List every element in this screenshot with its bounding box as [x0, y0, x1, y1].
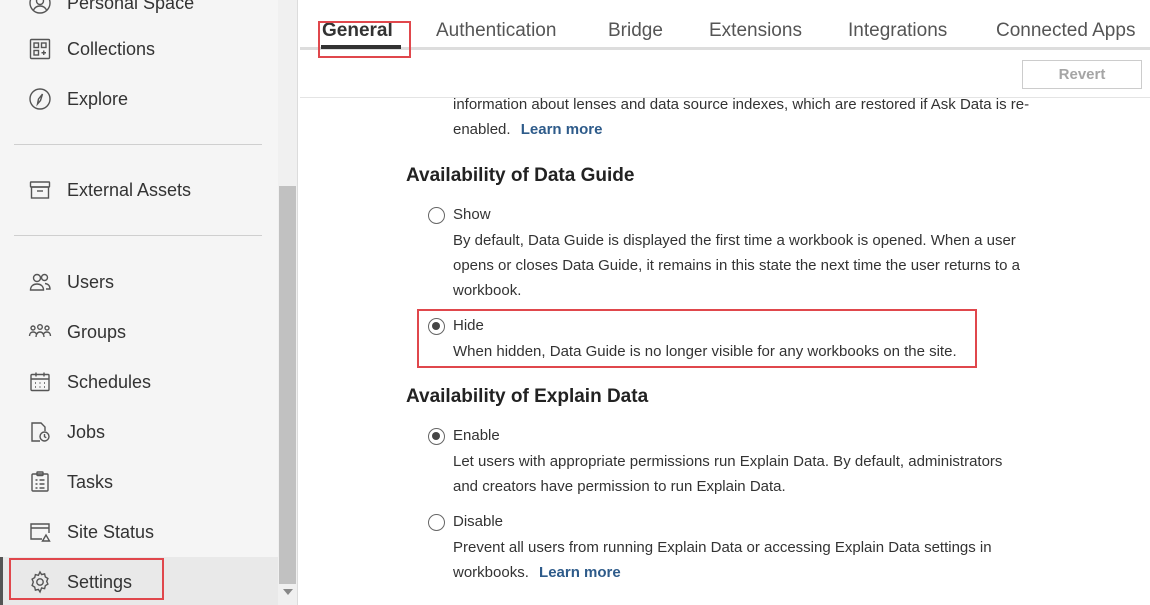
explain-data-heading: Availability of Explain Data	[406, 386, 649, 407]
active-tab-indicator	[321, 45, 401, 49]
data-guide-show-description: By default, Data Guide is displayed the …	[453, 232, 1016, 249]
sidebar-item-label: Jobs	[67, 421, 106, 442]
tab-connected-apps[interactable]: Connected Apps	[996, 20, 1135, 42]
explain-data-disable-description-end: workbooks. Learn more	[453, 564, 621, 581]
explain-data-disable-label[interactable]: Disable	[453, 513, 503, 530]
sidebar-item-label: Site Status	[67, 521, 155, 542]
tabs-divider	[300, 47, 1150, 50]
sidebar-item-groups[interactable]: Groups	[0, 307, 278, 357]
groups-icon	[27, 319, 53, 345]
ask-data-description-text: enabled.	[453, 121, 511, 138]
settings-tabs: General Authentication Bridge Extensions…	[298, 0, 1150, 50]
sidebar-item-label: Groups	[67, 321, 127, 342]
collections-icon	[27, 36, 53, 62]
compass-icon	[27, 86, 53, 112]
tab-extensions[interactable]: Extensions	[709, 20, 802, 42]
sidebar-item-label: Users	[67, 271, 115, 292]
sidebar-item-explore[interactable]: Explore	[0, 74, 278, 124]
tab-bridge[interactable]: Bridge	[608, 20, 663, 42]
ask-data-description-line: information about lenses and data source…	[453, 96, 1030, 113]
sidebar-item-settings[interactable]: Settings	[0, 557, 278, 605]
tab-general[interactable]: General	[322, 20, 393, 42]
sidebar-item-schedules[interactable]: Schedules	[0, 357, 278, 407]
sidebar: Personal Space Collections Explore Exter…	[0, 0, 298, 605]
revert-button[interactable]: Revert	[1022, 60, 1142, 89]
sidebar-item-label: External Assets	[67, 179, 192, 200]
explain-data-disable-description: Prevent all users from running Explain D…	[453, 539, 992, 556]
tab-authentication[interactable]: Authentication	[436, 20, 556, 42]
sidebar-item-collections[interactable]: Collections	[0, 24, 278, 74]
data-guide-show-description: workbook.	[453, 282, 522, 299]
data-guide-hide-label[interactable]: Hide	[453, 317, 484, 334]
users-icon	[27, 269, 53, 295]
data-guide-show-label[interactable]: Show	[453, 206, 491, 223]
sidebar-item-jobs[interactable]: Jobs	[0, 407, 278, 457]
data-guide-heading: Availability of Data Guide	[406, 165, 635, 186]
learn-more-link[interactable]: Learn more	[521, 121, 603, 138]
sidebar-divider	[14, 235, 262, 236]
scroll-down-arrow-icon[interactable]	[283, 589, 293, 595]
sidebar-item-label: Collections	[67, 38, 156, 59]
archive-box-icon	[27, 177, 53, 203]
sidebar-item-label: Personal Space	[67, 0, 195, 13]
ask-data-description-end: enabled. Learn more	[453, 121, 602, 138]
sidebar-item-label: Schedules	[67, 371, 152, 392]
data-guide-hide-description: When hidden, Data Guide is no longer vis…	[453, 343, 957, 360]
calendar-icon	[27, 369, 53, 395]
user-circle-icon	[27, 0, 53, 16]
window-chart-icon	[27, 519, 53, 545]
explain-data-enable-description: Let users with appropriate permissions r…	[453, 453, 1003, 470]
data-guide-show-description: opens or closes Data Guide, it remains i…	[453, 257, 1020, 274]
scrollbar-thumb[interactable]	[279, 186, 296, 584]
document-clock-icon	[27, 419, 53, 445]
tab-integrations[interactable]: Integrations	[848, 20, 947, 42]
explain-data-enable-description: and creators have permission to run Expl…	[453, 478, 786, 495]
data-guide-show-radio[interactable]	[428, 207, 445, 224]
sidebar-item-label: Tasks	[67, 471, 114, 492]
gear-icon	[27, 569, 53, 595]
sidebar-scrollbar[interactable]	[278, 0, 297, 605]
sidebar-item-tasks[interactable]: Tasks	[0, 457, 278, 507]
sidebar-item-users[interactable]: Users	[0, 257, 278, 307]
sidebar-item-site-status[interactable]: Site Status	[0, 507, 278, 557]
explain-data-disable-radio[interactable]	[428, 514, 445, 531]
learn-more-link[interactable]: Learn more	[539, 564, 621, 581]
explain-data-enable-label[interactable]: Enable	[453, 427, 500, 444]
sidebar-divider	[14, 144, 262, 145]
data-guide-hide-radio[interactable]	[428, 318, 445, 335]
sidebar-item-label: Settings	[67, 571, 133, 592]
explain-data-disable-text: workbooks.	[453, 564, 529, 581]
sidebar-item-label: Explore	[67, 88, 129, 109]
sidebar-item-external-assets[interactable]: External Assets	[0, 165, 278, 215]
clipboard-icon	[27, 469, 53, 495]
explain-data-enable-radio[interactable]	[428, 428, 445, 445]
